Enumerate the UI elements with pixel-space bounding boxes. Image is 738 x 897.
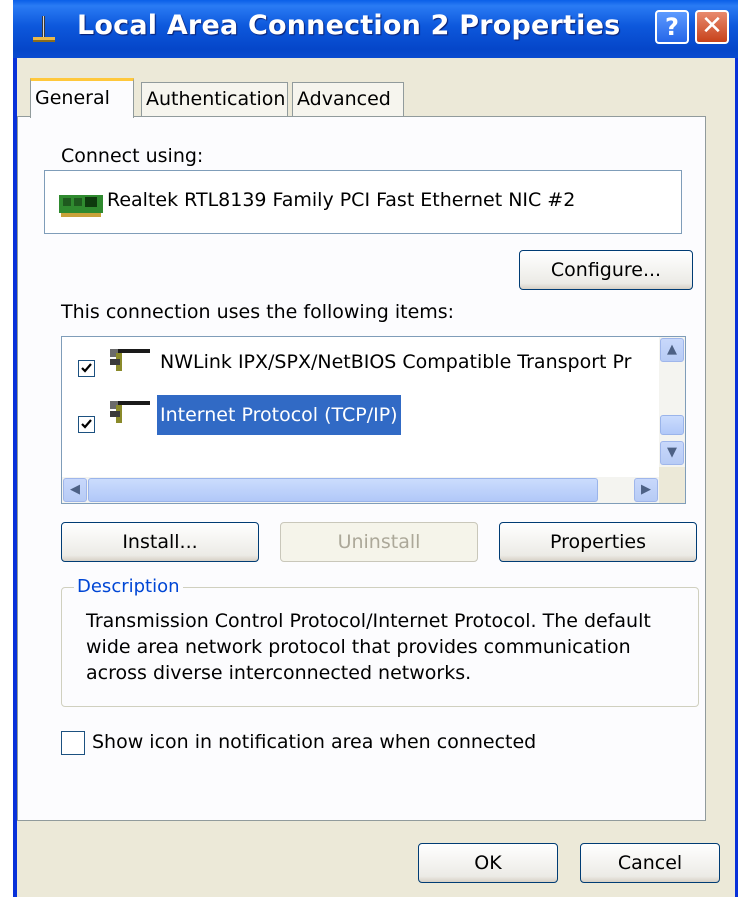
show-icon-label: Show icon in notification area when conn…	[92, 731, 537, 753]
list-item[interactable]: Internet Protocol (TCP/IP)	[62, 385, 660, 435]
window-title: Local Area Connection 2 Properties	[77, 10, 621, 41]
tab-general[interactable]: General	[30, 78, 134, 118]
help-button[interactable]: ?	[655, 10, 689, 44]
list-item[interactable]: NWLink IPX/SPX/NetBIOS Compatible Transp…	[62, 345, 660, 385]
components-list[interactable]: NWLink IPX/SPX/NetBIOS Compatible Transp…	[61, 336, 686, 504]
uninstall-button: Uninstall	[280, 522, 478, 562]
show-icon-checkbox[interactable]	[61, 731, 85, 755]
item-label-selected: Internet Protocol (TCP/IP)	[157, 395, 401, 435]
configure-button[interactable]: Configure...	[519, 250, 693, 290]
network-card-icon	[59, 195, 103, 217]
scroll-left-icon[interactable]: ◀	[63, 478, 87, 502]
item-checkbox[interactable]	[78, 360, 95, 377]
horizontal-scroll-thumb[interactable]	[88, 478, 598, 502]
items-label: This connection uses the following items…	[61, 301, 455, 323]
install-button[interactable]: Install...	[61, 522, 259, 562]
scroll-down-icon[interactable]: ▼	[660, 441, 684, 465]
vertical-scrollbar[interactable]: ▲ ▼	[659, 337, 685, 468]
tab-authentication[interactable]: Authentication	[141, 82, 288, 116]
scroll-up-icon[interactable]: ▲	[660, 338, 684, 362]
network-protocol-icon	[110, 349, 150, 371]
cancel-button[interactable]: Cancel	[580, 843, 720, 883]
description-title: Description	[74, 576, 183, 597]
item-checkbox[interactable]	[78, 416, 95, 433]
adapter-name: Realtek RTL8139 Family PCI Fast Ethernet…	[107, 189, 576, 211]
close-button[interactable]: ✕	[695, 10, 729, 44]
description-text: Transmission Control Protocol/Internet P…	[86, 610, 651, 684]
adapter-field: Realtek RTL8139 Family PCI Fast Ethernet…	[44, 170, 682, 234]
horizontal-scrollbar[interactable]: ◀ ▶	[62, 477, 660, 503]
network-connection-icon	[33, 16, 55, 42]
ok-button[interactable]: OK	[418, 843, 558, 883]
properties-button[interactable]: Properties	[499, 522, 697, 562]
scroll-right-icon[interactable]: ▶	[634, 478, 658, 502]
connect-using-label: Connect using:	[61, 145, 204, 167]
scroll-corner	[659, 467, 685, 503]
vertical-scroll-thumb[interactable]	[660, 415, 684, 435]
title-bar[interactable]: Local Area Connection 2 Properties ? ✕	[13, 0, 738, 58]
network-protocol-icon	[110, 401, 150, 423]
item-label: NWLink IPX/SPX/NetBIOS Compatible Transp…	[160, 351, 632, 373]
tab-advanced[interactable]: Advanced	[292, 82, 404, 116]
